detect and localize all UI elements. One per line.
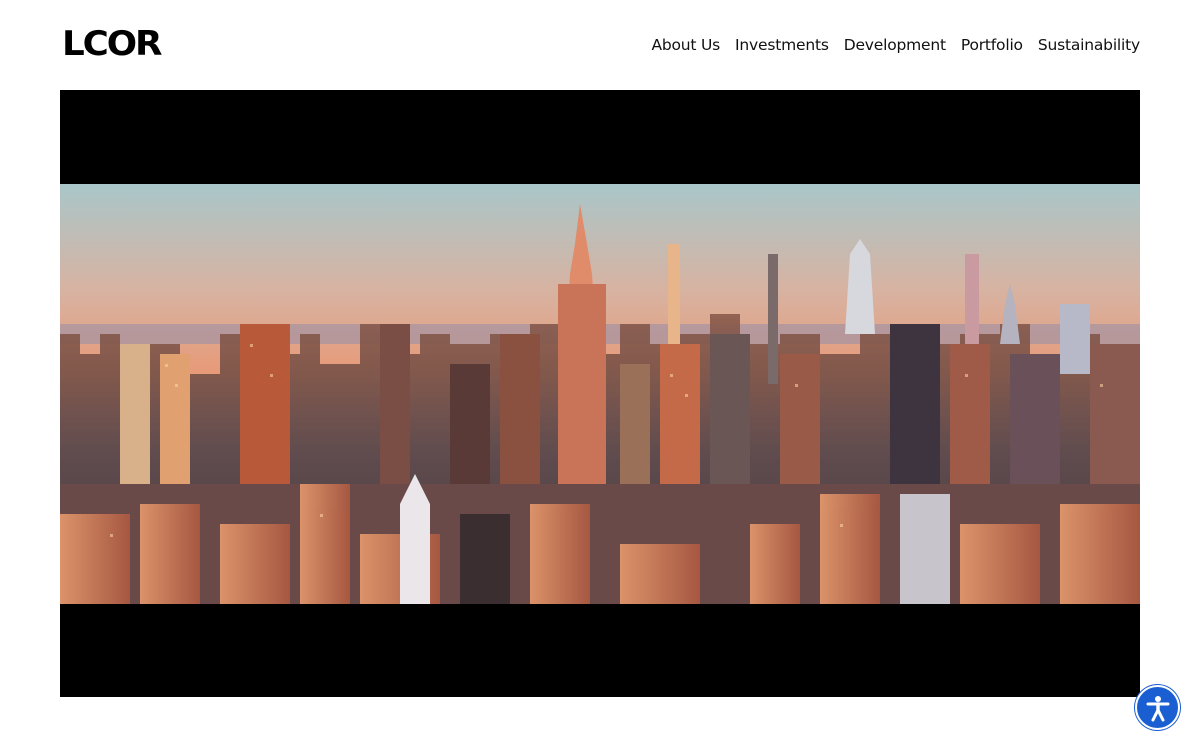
accessibility-person-icon [1146, 695, 1169, 721]
main-nav: About Us Investments Development Portfol… [651, 33, 1140, 57]
hero-video[interactable] [60, 90, 1140, 697]
skyline-image [60, 184, 1140, 604]
nav-investments[interactable]: Investments [735, 33, 829, 57]
nav-sustainability[interactable]: Sustainability [1038, 33, 1140, 57]
accessibility-button[interactable] [1135, 685, 1180, 730]
skyline-video-frame [60, 184, 1140, 604]
nav-development[interactable]: Development [844, 33, 946, 57]
nav-portfolio[interactable]: Portfolio [961, 33, 1023, 57]
nav-about-us[interactable]: About Us [651, 33, 720, 57]
lcor-logo[interactable]: LCOR [62, 22, 162, 66]
site-header: LCOR About Us Investments Development Po… [0, 0, 1200, 90]
